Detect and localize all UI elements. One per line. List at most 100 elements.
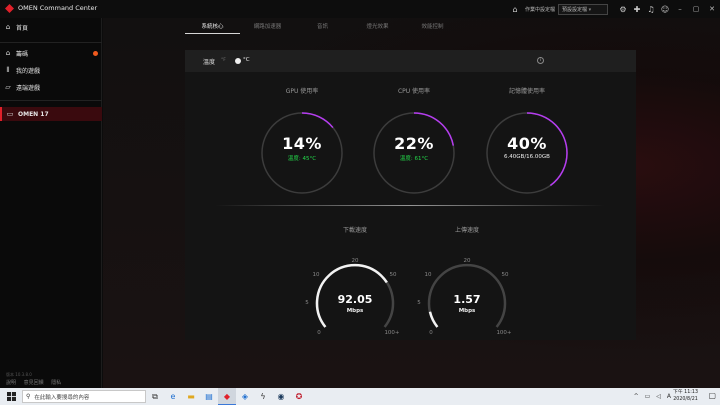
divider [0,42,102,43]
home-icon: ⌂ [5,23,11,31]
taskbar-clock[interactable]: 下午 11:13 2020/8/21 [673,389,698,403]
tab-performance[interactable]: 效能控制 [405,18,460,34]
clock-time: 下午 11:13 [673,390,698,395]
upload-tick-0: 0 [429,330,433,336]
bolt-icon[interactable]: ϟ [254,388,272,405]
download-tick-10: 10 [312,272,320,278]
game-app-icon[interactable]: ✪ [290,388,308,405]
dropbox-icon[interactable]: ◈ [236,388,254,405]
upload-tick-100: 100+ [496,330,512,336]
cpu-usage-ring [373,112,455,194]
sidebar: ⌂ 首頁 ⌂ 籌碼 ⫴ 我的遊戲 ▱ 遠端遊戲 ▭ OMEN 17 版本 10.… [0,18,102,388]
upload-tick-10: 10 [424,272,432,278]
panel-header: 溫度 °F °C i [185,50,636,72]
task-view-icon[interactable]: ⧉ [146,388,164,405]
sidebar-item-device[interactable]: ▭ OMEN 17 [0,107,102,121]
sidebar-item-label: 我的遊戲 [16,67,41,75]
gamepad-icon[interactable]: ✚ [630,2,644,16]
sidebar-item-label: 遠端遊戲 [16,84,41,92]
sidebar-item-my-games[interactable]: ⫴ 我的遊戲 [0,63,102,77]
tab-audio[interactable]: 音訊 [295,18,350,34]
profile-select[interactable]: 預設設定檔 ▾ [558,3,608,15]
upload-tick-50: 50 [501,272,509,278]
divider [0,100,102,101]
omen-logo-icon [5,4,14,13]
sidebar-item-home[interactable]: ⌂ 首頁 [0,20,102,34]
notification-dot [93,51,98,56]
gear-icon[interactable]: ⚙ [616,2,630,16]
sidebar-item-label: 籌碼 [16,50,29,58]
store-icon[interactable]: ▤ [200,388,218,405]
app-title: OMEN Command Center [18,4,98,12]
app-window: OMEN Command Center ⌂ 作業中設定檔 預設設定檔 ▾ ⚙ ✚… [0,0,720,388]
upload-speed-value: 1.57 [453,293,481,306]
sidebar-item-chips[interactable]: ⌂ 籌碼 [0,46,102,60]
upload-tick-20: 20 [463,258,471,264]
taskbar-search[interactable]: ⚲ 在此輸入要搜尋的內容 [22,390,146,403]
tab-lighting[interactable]: 燈光效果 [350,18,405,34]
tab-system-core[interactable]: 系統核心 [185,18,240,34]
privacy-link[interactable]: 隱私 [51,380,61,386]
volume-icon[interactable]: ◁ [656,393,661,400]
sidebar-item-remote-games[interactable]: ▱ 遠端遊戲 [0,80,102,94]
notification-center-icon[interactable]: ▢ [708,391,716,400]
clock-date: 2020/8/21 [673,397,698,402]
cpu-temperature: 溫度: 61°C [399,156,429,162]
steam-icon[interactable]: ◉ [272,388,290,405]
gpu-temperature: 溫度: 45°C [287,156,317,162]
tab-network-booster[interactable]: 網路加速器 [240,18,295,34]
section-divider [215,205,605,206]
feedback-link[interactable]: 意見回饋 [24,380,44,386]
download-tick-0: 0 [317,330,321,336]
memory-usage-label: 記憶體使用率 [508,88,545,95]
start-button[interactable] [0,388,22,405]
cpu-usage-label: CPU 使用率 [397,88,431,95]
windows-logo-icon [6,392,16,401]
upload-speed-label: 上傳速度 [454,227,479,234]
omen-taskbar-icon[interactable]: ◆ [218,388,236,405]
sidebar-item-label: OMEN 17 [18,110,49,118]
download-speed-label: 下載速度 [342,227,367,234]
download-tick-20: 20 [351,258,359,264]
download-speed-unit: Mbps [346,308,364,314]
download-tick-50: 50 [389,272,397,278]
version-text: 版本 10.3.8.0 [6,372,32,377]
search-placeholder: 在此輸入要搜尋的內容 [34,394,90,401]
minimize-button[interactable]: – [672,5,688,13]
sidebar-footer: 版本 10.3.8.0 說明 意見回饋 隱私 [6,372,67,386]
temperature-label: 溫度 [203,59,216,66]
gpu-usage-value: 14% [282,134,322,153]
bell-icon[interactable]: ♫ [644,2,658,16]
network-icon[interactable]: ▭ [645,393,651,400]
unit-fahrenheit[interactable]: °F [221,58,226,63]
maximize-button[interactable]: ▢ [688,5,704,13]
account-icon[interactable]: ☺ [658,2,672,16]
system-vitals-panel: 溫度 °F °C i GPU 使用率 14% 溫度: 45°C CPU 使用率 … [185,50,636,340]
temperature-unit-toggle[interactable] [235,58,241,64]
home-icon[interactable]: ⌂ [508,2,522,16]
library-icon: ⫴ [6,65,10,74]
unit-celsius[interactable]: °C [243,57,250,63]
upload-speed-unit: Mbps [458,308,476,314]
tab-bar: 系統核心 網路加速器 音訊 燈光效果 效能控制 [185,18,460,34]
download-tick-100: 100+ [384,330,400,336]
download-speed-value: 92.05 [337,293,373,306]
profile-select-value: 預設設定檔 [562,6,588,13]
search-icon: ⚲ [26,393,31,400]
ime-icon[interactable]: A [667,393,671,400]
help-link[interactable]: 說明 [6,380,16,386]
upload-tick-5: 5 [417,300,421,306]
tag-icon: ⌂ [5,49,11,57]
download-tick-5: 5 [305,300,309,306]
laptop-icon: ▭ [6,110,14,118]
title-bar: OMEN Command Center ⌂ 作業中設定檔 預設設定檔 ▾ ⚙ ✚… [0,0,720,18]
edge-icon[interactable]: e [164,388,182,405]
memory-usage-ring [486,112,568,194]
cpu-usage-value: 22% [394,134,434,153]
mode-select-label: 作業中設定檔 [524,6,555,13]
chevron-up-icon[interactable]: ^ [634,393,639,400]
info-icon[interactable]: i [537,57,544,64]
explorer-icon[interactable]: ▬ [182,388,200,405]
windows-taskbar: ⚲ 在此輸入要搜尋的內容 ⧉ e ▬ ▤ ◆ ◈ ϟ ◉ ✪ ^ ▭ ◁ A 下… [0,388,720,405]
close-button[interactable]: ✕ [704,5,720,13]
